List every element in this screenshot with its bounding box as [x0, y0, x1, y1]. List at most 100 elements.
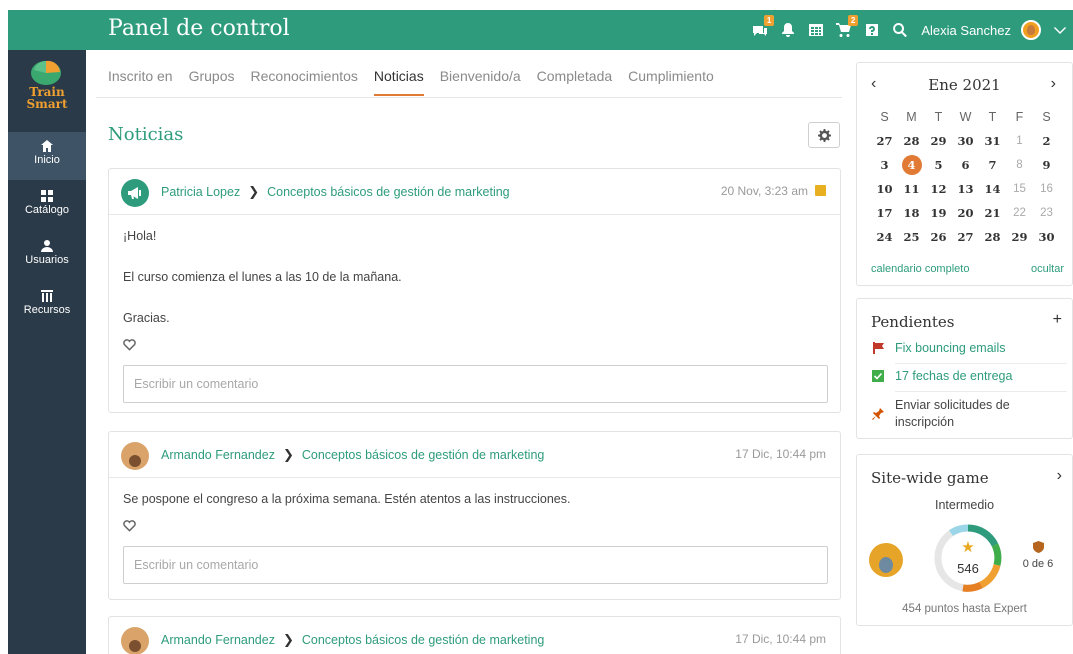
calendar-day[interactable]: 21: [979, 201, 1006, 225]
post-course[interactable]: Conceptos básicos de gestión de marketin…: [302, 633, 545, 647]
calendar-day[interactable]: 24: [871, 225, 898, 249]
post-author[interactable]: Armando Fernandez: [161, 633, 275, 647]
user-name[interactable]: Alexia Sanchez: [921, 23, 1011, 38]
calendar-day[interactable]: 11: [898, 177, 925, 201]
post-text: Se pospone el congreso a la próxima sema…: [123, 492, 571, 506]
calendar-day[interactable]: 17: [871, 201, 898, 225]
calendar-links: calendario completo ocultar: [857, 263, 1072, 283]
author-avatar[interactable]: [121, 627, 149, 654]
tab-completada[interactable]: Completada: [537, 66, 613, 96]
post-author[interactable]: Patricia Lopez: [161, 185, 240, 199]
add-pending-button[interactable]: +: [1053, 311, 1062, 329]
help-icon[interactable]: [863, 21, 881, 39]
calendar-grid-icon[interactable]: [807, 21, 825, 39]
comment-input[interactable]: [123, 365, 828, 403]
calendar-day[interactable]: 3: [871, 153, 898, 177]
user-avatar[interactable]: [1021, 20, 1041, 40]
chevron-down-icon[interactable]: [1051, 21, 1069, 39]
news-post: Armando Fernandez ❯ Conceptos básicos de…: [108, 616, 841, 654]
calendar-day[interactable]: 14: [979, 177, 1006, 201]
sidebar-item-usuarios[interactable]: Usuarios: [8, 232, 86, 280]
pending-item[interactable]: Fix bouncing emails: [871, 341, 1067, 355]
logo[interactable]: Train Smart: [8, 58, 86, 120]
calendar-day[interactable]: 8: [1006, 153, 1033, 177]
comment-input[interactable]: [123, 546, 828, 584]
author-avatar[interactable]: [121, 442, 149, 470]
calendar-day[interactable]: 18: [898, 201, 925, 225]
game-level: Intermedio: [934, 498, 995, 512]
post-course[interactable]: Conceptos básicos de gestión de marketin…: [302, 448, 545, 462]
top-toolbar: 1 2 Alexia Sanchez: [751, 15, 1069, 41]
calendar-grid: S M T W T F S 27 28 29 30 31 1 2 3 4 5 6 7 8 9 10 11 12 13 14 15 16…: [871, 105, 1060, 249]
calendar-day[interactable]: 13: [952, 177, 979, 201]
calendar-day[interactable]: 31: [979, 129, 1006, 153]
calendar-day[interactable]: 30: [1033, 225, 1060, 249]
post-course[interactable]: Conceptos básicos de gestión de marketin…: [267, 185, 510, 199]
cart-badge: 2: [847, 15, 859, 26]
news-post: Patricia Lopez ❯ Conceptos básicos de ge…: [108, 168, 841, 413]
sidebar-item-recursos[interactable]: Recursos: [8, 282, 86, 330]
tab-bienvenido[interactable]: Bienvenido/a: [440, 66, 521, 96]
calendar-day[interactable]: 10: [871, 177, 898, 201]
pending-item[interactable]: Enviar solicitudes de inscripción: [871, 397, 1067, 431]
sidebar: Train Smart Inicio Catálogo Usuarios Rec…: [8, 50, 86, 654]
calendar-day[interactable]: 29: [925, 129, 952, 153]
calendar-day[interactable]: 22: [1006, 201, 1033, 225]
tab-grupos[interactable]: Grupos: [189, 66, 235, 96]
full-calendar-link[interactable]: calendario completo: [871, 263, 969, 275]
calendar-day[interactable]: 30: [952, 129, 979, 153]
sidebar-item-inicio[interactable]: Inicio: [8, 132, 86, 180]
post-text: El curso comienza el lunes a las 10 de l…: [123, 270, 402, 284]
chevron-right-icon[interactable]: ›: [1051, 75, 1056, 93]
calendar-day[interactable]: 1: [1006, 129, 1033, 153]
gear-icon: [817, 128, 831, 142]
calendar-day[interactable]: 6: [952, 153, 979, 177]
calendar-day[interactable]: 5: [925, 153, 952, 177]
heart-icon[interactable]: [123, 339, 136, 351]
post-date: 17 Dic, 10:44 pm: [735, 447, 826, 461]
tab-inscrito-en[interactable]: Inscrito en: [108, 66, 173, 96]
calendar-day[interactable]: 23: [1033, 201, 1060, 225]
sidebar-item-label: Inicio: [34, 154, 60, 166]
calendar-day[interactable]: 16: [1033, 177, 1060, 201]
tab-reconocimientos[interactable]: Reconocimientos: [251, 66, 358, 96]
calendar-day[interactable]: 28: [898, 129, 925, 153]
calendar-day[interactable]: 28: [979, 225, 1006, 249]
checkbox-icon: [871, 369, 885, 383]
calendar-day[interactable]: 12: [925, 177, 952, 201]
sidebar-item-catalogo[interactable]: Catálogo: [8, 182, 86, 230]
flag-icon: [871, 341, 885, 355]
tab-bar: Inscrito en Grupos Reconocimientos Notic…: [108, 66, 730, 96]
calendar-day[interactable]: 27: [871, 129, 898, 153]
grid-icon: [41, 190, 53, 202]
cart-icon[interactable]: 2: [835, 15, 859, 39]
messages-icon[interactable]: 1: [751, 15, 775, 39]
post-body: Se pospone el congreso a la próxima sema…: [109, 478, 840, 594]
post-author[interactable]: Armando Fernandez: [161, 448, 275, 462]
tab-cumplimiento[interactable]: Cumplimiento: [628, 66, 714, 96]
game-points: 546: [957, 561, 979, 576]
calendar-day[interactable]: 29: [1006, 225, 1033, 249]
calendar-day[interactable]: 19: [925, 201, 952, 225]
bell-icon[interactable]: [779, 21, 797, 39]
calendar-day[interactable]: 4: [898, 153, 925, 177]
heart-icon[interactable]: [123, 520, 136, 532]
calendar-day[interactable]: 27: [952, 225, 979, 249]
sidebar-item-label: Usuarios: [25, 254, 69, 266]
calendar-day[interactable]: 7: [979, 153, 1006, 177]
hide-calendar-link[interactable]: ocultar: [1031, 263, 1064, 275]
calendar-day[interactable]: 15: [1006, 177, 1033, 201]
calendar-day[interactable]: 26: [925, 225, 952, 249]
settings-button[interactable]: [808, 122, 840, 148]
calendar-day[interactable]: 25: [898, 225, 925, 249]
library-icon: [41, 290, 53, 302]
pending-item[interactable]: 17 fechas de entrega: [871, 369, 1067, 383]
pending-label: 17 fechas de entrega: [895, 369, 1013, 383]
calendar-day[interactable]: 2: [1033, 129, 1060, 153]
calendar-day[interactable]: 20: [952, 201, 979, 225]
tab-noticias[interactable]: Noticias: [373, 66, 424, 96]
calendar-day[interactable]: 9: [1033, 153, 1060, 177]
search-icon[interactable]: [891, 21, 909, 39]
chevron-right-icon: ❯: [248, 184, 260, 199]
chevron-right-icon[interactable]: ›: [1057, 467, 1062, 485]
